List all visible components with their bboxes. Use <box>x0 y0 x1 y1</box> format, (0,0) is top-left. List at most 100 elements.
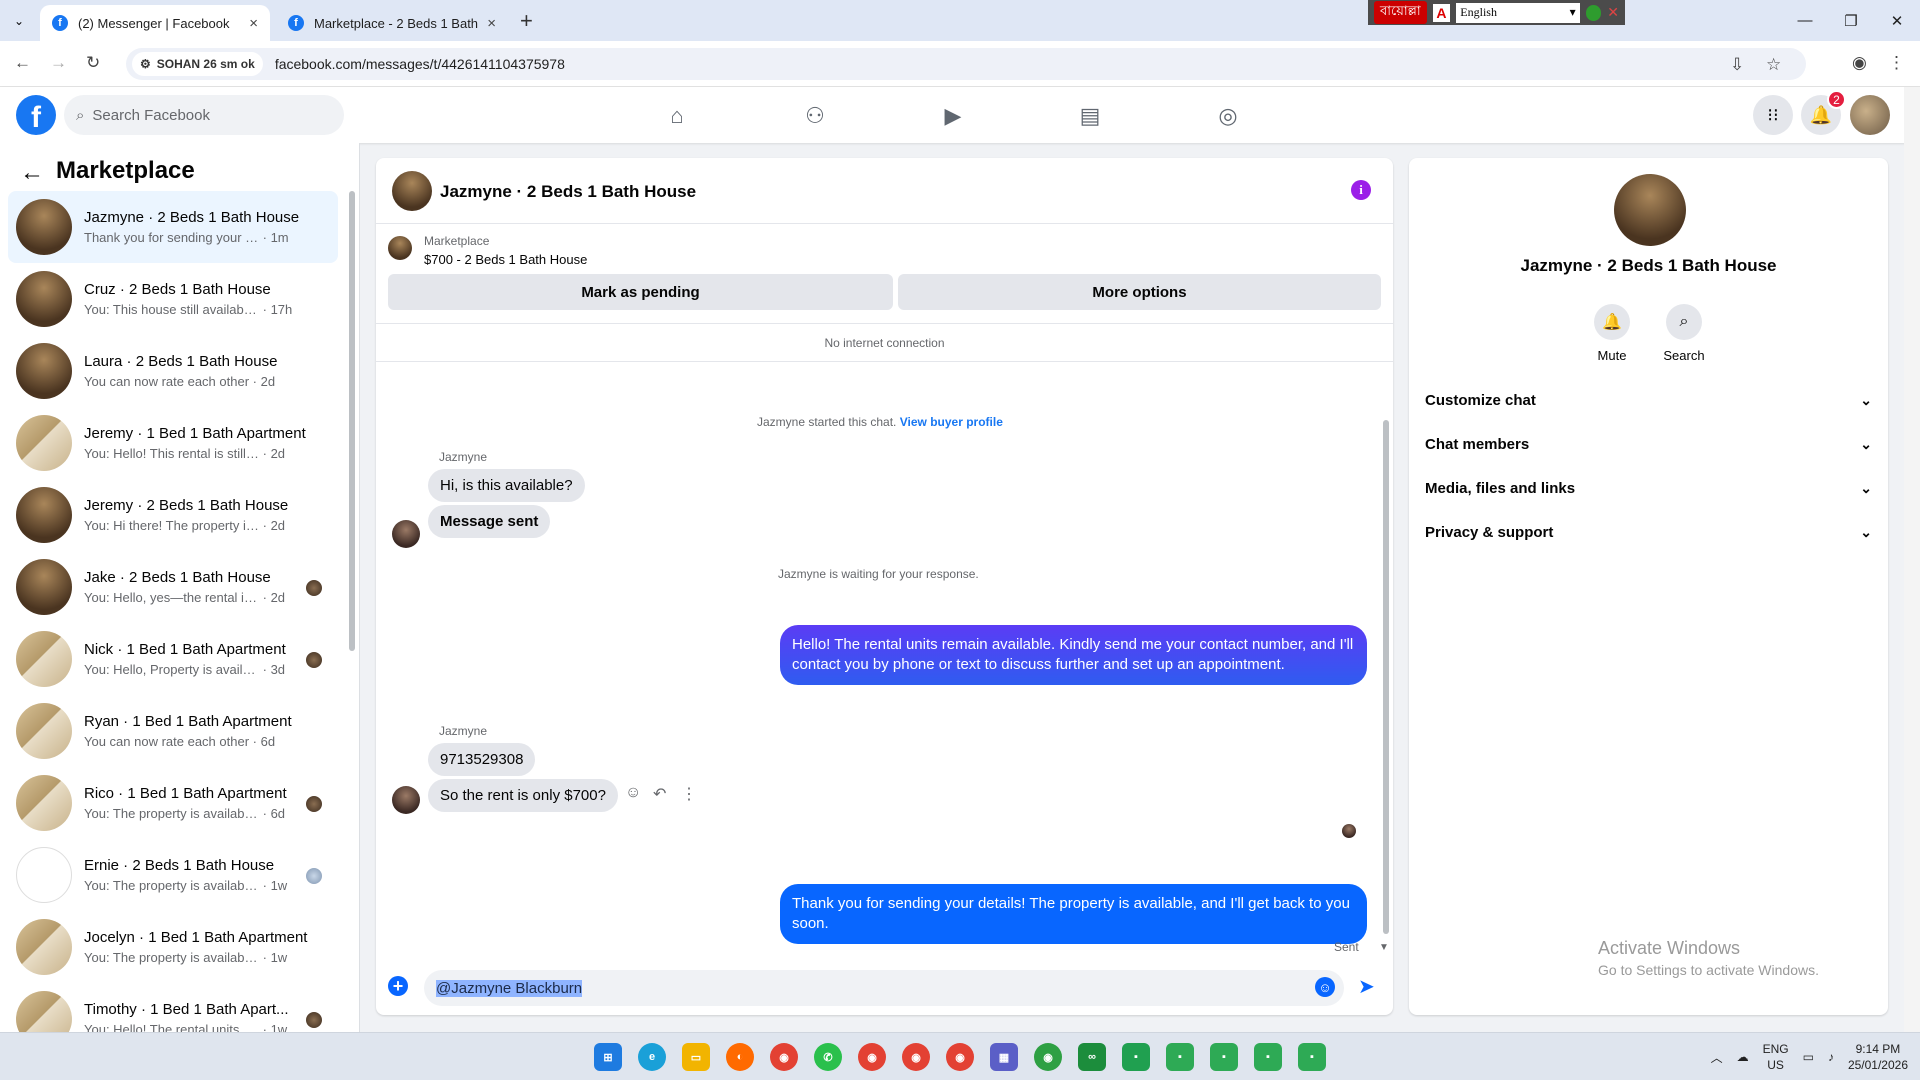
conversation-item[interactable]: Rico · 1 Bed 1 Bath Apartment You: The pr… <box>8 767 338 839</box>
facebook-logo-icon[interactable]: f <box>16 95 56 135</box>
section-chat-members[interactable]: Chat members ⌄ <box>1425 422 1872 466</box>
home-icon[interactable]: ⌂ <box>660 99 694 133</box>
site-info-chip[interactable]: ⚙ SOHAN 26 sm ok <box>132 52 263 76</box>
avatar[interactable] <box>1614 174 1686 246</box>
conversation-item[interactable]: Ryan · 1 Bed 1 Bath Apartment You can now… <box>8 695 338 767</box>
reply-icon[interactable]: ↶ <box>653 784 666 804</box>
bookmark-star-icon[interactable]: ☆ <box>1766 55 1781 75</box>
network-icon[interactable]: ▭ <box>1803 1050 1814 1064</box>
app-icon[interactable]: ∞ <box>1078 1043 1106 1071</box>
url-text[interactable]: facebook.com/messages/t/4426141104375978 <box>275 56 565 72</box>
scrollbar[interactable] <box>1383 420 1389 934</box>
whatsapp-icon[interactable]: ✆ <box>814 1043 842 1071</box>
app-icon[interactable]: ▪ <box>1122 1043 1150 1071</box>
chrome-icon[interactable]: ◉ <box>770 1043 798 1071</box>
menu-grid-icon[interactable]: ⁝⁝ <box>1753 95 1793 135</box>
more-options-button[interactable]: More options <box>898 274 1381 310</box>
message-bubble-incoming[interactable]: Hi, is this available? <box>428 469 585 502</box>
marketplace-icon[interactable]: ▤ <box>1073 99 1107 133</box>
mark-pending-button[interactable]: Mark as pending <box>388 274 893 310</box>
bangla-keyboard-label[interactable]: বায়োল্লা <box>1374 1 1427 24</box>
close-tab-icon[interactable]: × <box>487 15 496 32</box>
app-icon[interactable]: ▪ <box>1298 1043 1326 1071</box>
scroll-down-icon[interactable]: ▼ <box>1379 942 1389 953</box>
tab-search-button[interactable]: ⌄ <box>8 10 30 32</box>
add-attachment-icon[interactable]: + <box>388 976 408 996</box>
send-icon[interactable]: ➤ <box>1358 974 1375 999</box>
chevron-up-icon[interactable]: ︿ <box>1711 1049 1723 1066</box>
chrome-icon[interactable]: ◉ <box>1034 1043 1062 1071</box>
conversation-item[interactable]: Laura · 2 Beds 1 Bath House You can now r… <box>8 335 338 407</box>
file-explorer-icon[interactable]: ▭ <box>682 1043 710 1071</box>
edge-icon[interactable]: e <box>638 1043 666 1071</box>
friends-icon[interactable]: ⚇ <box>798 99 832 133</box>
cloud-off-icon[interactable]: ☁ <box>1737 1050 1749 1064</box>
conversation-item[interactable]: Jake · 2 Beds 1 Bath House You: Hello, ye… <box>8 551 338 623</box>
menu-icon[interactable]: ⋮ <box>1888 53 1905 73</box>
video-icon[interactable]: ▶ <box>936 99 970 133</box>
conversation-item[interactable]: Jeremy · 1 Bed 1 Bath Apartment You: Hell… <box>8 407 338 479</box>
conversation-item[interactable]: Cruz · 2 Beds 1 Bath House You: This hous… <box>8 263 338 335</box>
chrome-icon[interactable]: ◉ <box>902 1043 930 1071</box>
scrollbar[interactable] <box>349 191 355 651</box>
volume-icon[interactable]: ♪ <box>1828 1050 1834 1064</box>
start-icon[interactable]: ⊞ <box>594 1043 622 1071</box>
message-bubble-incoming[interactable]: 9713529308 <box>428 743 536 776</box>
react-icon[interactable]: ☺ <box>625 784 641 802</box>
forward-icon[interactable]: → <box>50 53 67 73</box>
chat-title[interactable]: Jazmyne · 2 Beds 1 Bath House <box>440 182 696 202</box>
back-arrow-icon[interactable]: ← <box>20 159 44 187</box>
message-bubble-incoming[interactable]: Message sent <box>428 505 551 538</box>
close-tab-icon[interactable]: × <box>249 15 258 32</box>
tab-marketplace[interactable]: f Marketplace - 2 Beds 1 Bath House × <box>276 5 508 41</box>
profile-icon[interactable]: ◉ <box>1852 53 1867 73</box>
close-window-icon[interactable]: ✕ <box>1874 0 1920 41</box>
clock[interactable]: 9:14 PM 25/01/2026 <box>1848 1041 1908 1073</box>
language-indicator[interactable]: ENG US <box>1763 1041 1789 1073</box>
conversation-item[interactable]: Nick · 1 Bed 1 Bath Apartment You: Hello,… <box>8 623 338 695</box>
avatar[interactable] <box>392 171 432 211</box>
message-bubble-outgoing[interactable]: Hello! The rental units remain available… <box>780 625 1367 685</box>
sender-avatar[interactable] <box>392 520 420 548</box>
minimize-icon[interactable]: — <box>1782 0 1828 41</box>
listing-title[interactable]: $700 - 2 Beds 1 Bath House <box>424 252 587 267</box>
message-bubble-outgoing[interactable]: Thank you for sending your details! The … <box>780 884 1367 944</box>
app-icon[interactable]: ▪ <box>1166 1043 1194 1071</box>
message-bubble-incoming[interactable]: So the rent is only $700? <box>428 779 618 812</box>
listing-thumbnail[interactable] <box>388 236 412 260</box>
close-icon[interactable]: ✕ <box>1607 4 1619 21</box>
conversation-item[interactable]: Jazmyne · 2 Beds 1 Bath House Thank you f… <box>8 191 338 263</box>
conversation-item[interactable]: Jocelyn · 1 Bed 1 Bath Apartment You: The… <box>8 911 338 983</box>
emoji-icon[interactable]: ☺ <box>1315 977 1335 997</box>
back-icon[interactable]: ← <box>14 53 31 73</box>
conversation-item[interactable]: Ernie · 2 Beds 1 Bath House You: The prop… <box>8 839 338 911</box>
firefox-icon[interactable]: ◐ <box>726 1043 754 1071</box>
tab-messenger[interactable]: f (2) Messenger | Facebook × <box>40 5 270 41</box>
gaming-icon[interactable]: ◎ <box>1211 99 1245 133</box>
restore-icon[interactable]: ❐ <box>1828 0 1874 41</box>
new-tab-button[interactable]: + <box>520 8 533 34</box>
view-buyer-profile-link[interactable]: View buyer profile <box>900 415 1003 429</box>
conversation-item[interactable]: Jeremy · 2 Beds 1 Bath House You: Hi ther… <box>8 479 338 551</box>
page-scrollbar[interactable] <box>1904 87 1920 1032</box>
account-avatar[interactable] <box>1850 95 1890 135</box>
more-icon[interactable]: ⋮ <box>681 784 697 804</box>
omnibox[interactable]: ⚙ SOHAN 26 sm ok facebook.com/messages/t… <box>126 48 1806 80</box>
install-app-icon[interactable]: ⇩ <box>1730 55 1744 75</box>
globe-icon[interactable] <box>1585 4 1602 21</box>
app-icon[interactable]: ▪ <box>1254 1043 1282 1071</box>
search-button[interactable]: ⌕ Search <box>1654 304 1714 363</box>
app-icon[interactable]: ▦ <box>990 1043 1018 1071</box>
info-icon[interactable]: i <box>1351 180 1371 200</box>
chrome-icon[interactable]: ◉ <box>858 1043 886 1071</box>
section-media-files[interactable]: Media, files and links ⌄ <box>1425 466 1872 510</box>
adobe-icon[interactable]: A <box>1432 3 1451 22</box>
sender-avatar[interactable] <box>392 786 420 814</box>
message-input[interactable]: @Jazmyne Blackburn <box>424 970 1344 1006</box>
section-customize-chat[interactable]: Customize chat ⌄ <box>1425 378 1872 422</box>
mute-button[interactable]: 🔔 Mute <box>1582 304 1642 363</box>
language-select[interactable]: English ▾ <box>1456 2 1580 23</box>
section-privacy-support[interactable]: Privacy & support ⌄ <box>1425 510 1872 554</box>
app-icon[interactable]: ▪ <box>1210 1043 1238 1071</box>
reload-icon[interactable]: ↻ <box>86 53 100 73</box>
